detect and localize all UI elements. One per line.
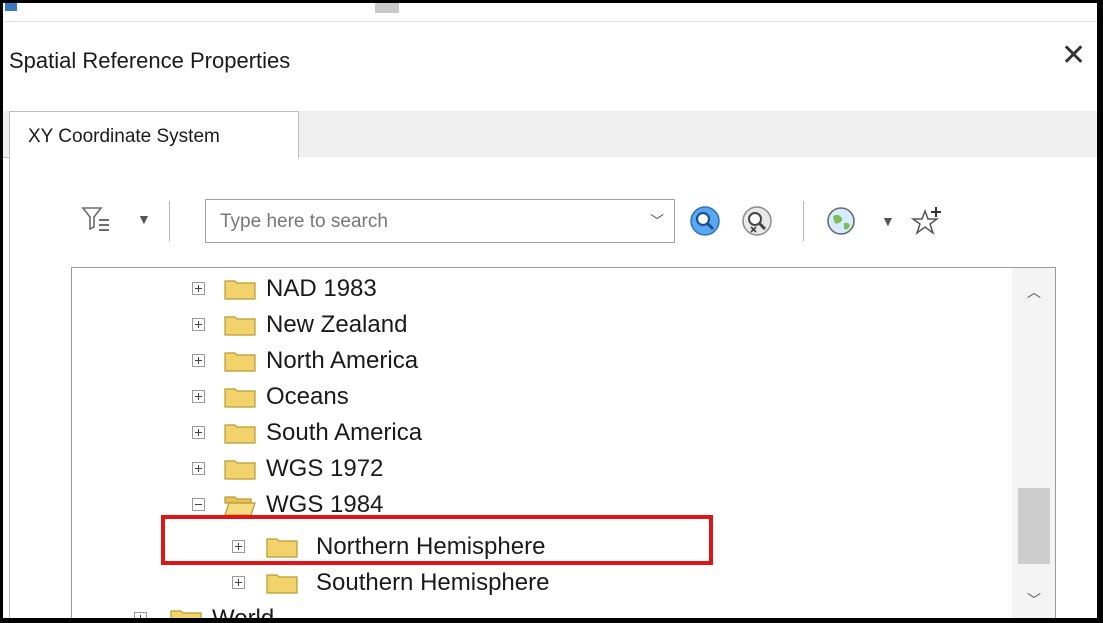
expand-icon[interactable] (192, 318, 205, 331)
globe-dropdown-caret-icon[interactable]: ▼ (881, 213, 895, 229)
tree-item-label: NAD 1983 (266, 275, 377, 302)
toolbar-divider (803, 201, 804, 241)
tree-item-nad-1983[interactable]: NAD 1983 (72, 272, 1012, 306)
tree-item-southern-hemisphere[interactable]: Southern Hemisphere (72, 566, 1012, 600)
tree-item-label: Southern Hemisphere (316, 569, 550, 596)
scroll-down-icon[interactable]: ﹀ (1027, 590, 1041, 610)
highlight-box (161, 515, 713, 565)
tree-item-label: World (212, 605, 274, 618)
tree-item-label: New Zealand (266, 311, 408, 338)
expand-icon[interactable] (192, 426, 205, 439)
folder-icon (224, 388, 256, 408)
search-dropdown-chevron-icon[interactable]: ﹀ (650, 211, 664, 231)
tree-item-north-america[interactable]: North America (72, 344, 1012, 378)
close-icon[interactable]: ✕ (1061, 41, 1086, 71)
folder-icon (224, 316, 256, 336)
tree-item-label: Oceans (266, 383, 349, 410)
expand-icon[interactable] (192, 282, 205, 295)
dialog-title: Spatial Reference Properties (9, 48, 291, 73)
search-icon[interactable] (689, 205, 721, 237)
search-box[interactable]: ﹀ (205, 199, 675, 243)
add-favorite-icon[interactable] (911, 205, 943, 237)
tree-item-oceans[interactable]: Oceans (72, 380, 1012, 414)
expand-icon[interactable] (232, 576, 245, 589)
coordinate-system-tree[interactable]: NAD 1983 New Zealand North America Ocean… (71, 267, 1056, 618)
tree-item-label: North America (266, 347, 419, 374)
tab-xy-coordinate-system[interactable]: XY Coordinate System (9, 111, 299, 158)
tree-item-south-america[interactable]: South America (72, 416, 1012, 450)
scroll-thumb[interactable] (1018, 488, 1050, 564)
folder-icon (266, 574, 298, 594)
tree-item-world[interactable]: World (72, 602, 1012, 618)
app-icon (5, 3, 17, 11)
folder-icon (224, 280, 256, 300)
background-window-strip (3, 3, 1097, 25)
search-input[interactable] (218, 208, 632, 236)
filter-dropdown-caret-icon[interactable]: ▼ (137, 211, 151, 227)
filter-icon[interactable] (81, 205, 111, 235)
globe-icon[interactable] (825, 205, 857, 237)
folder-icon (224, 460, 256, 480)
folder-icon (224, 352, 256, 372)
open-folder-icon (224, 496, 256, 516)
expand-icon[interactable] (192, 390, 205, 403)
tree-item-new-zealand[interactable]: New Zealand (72, 308, 1012, 342)
window-grip (375, 3, 399, 13)
tab-label: XY Coordinate System (28, 126, 220, 147)
scroll-up-icon[interactable]: ︿ (1027, 282, 1041, 302)
collapse-icon[interactable] (192, 498, 205, 511)
folder-icon (170, 610, 202, 618)
tree-item-wgs-1972[interactable]: WGS 1972 (72, 452, 1012, 486)
expand-icon[interactable] (192, 354, 205, 367)
expand-icon[interactable] (192, 462, 205, 475)
tree-item-label: South America (266, 419, 423, 446)
toolbar-divider (169, 201, 170, 241)
expand-icon[interactable] (134, 612, 147, 618)
folder-icon (224, 424, 256, 444)
tree-item-label: WGS 1972 (266, 455, 384, 482)
clear-search-icon[interactable] (741, 205, 773, 237)
dialog-window: Spatial Reference Properties ✕ XY Coordi… (3, 3, 1097, 618)
tree-scrollbar[interactable]: ︿ ﹀ (1012, 268, 1055, 618)
